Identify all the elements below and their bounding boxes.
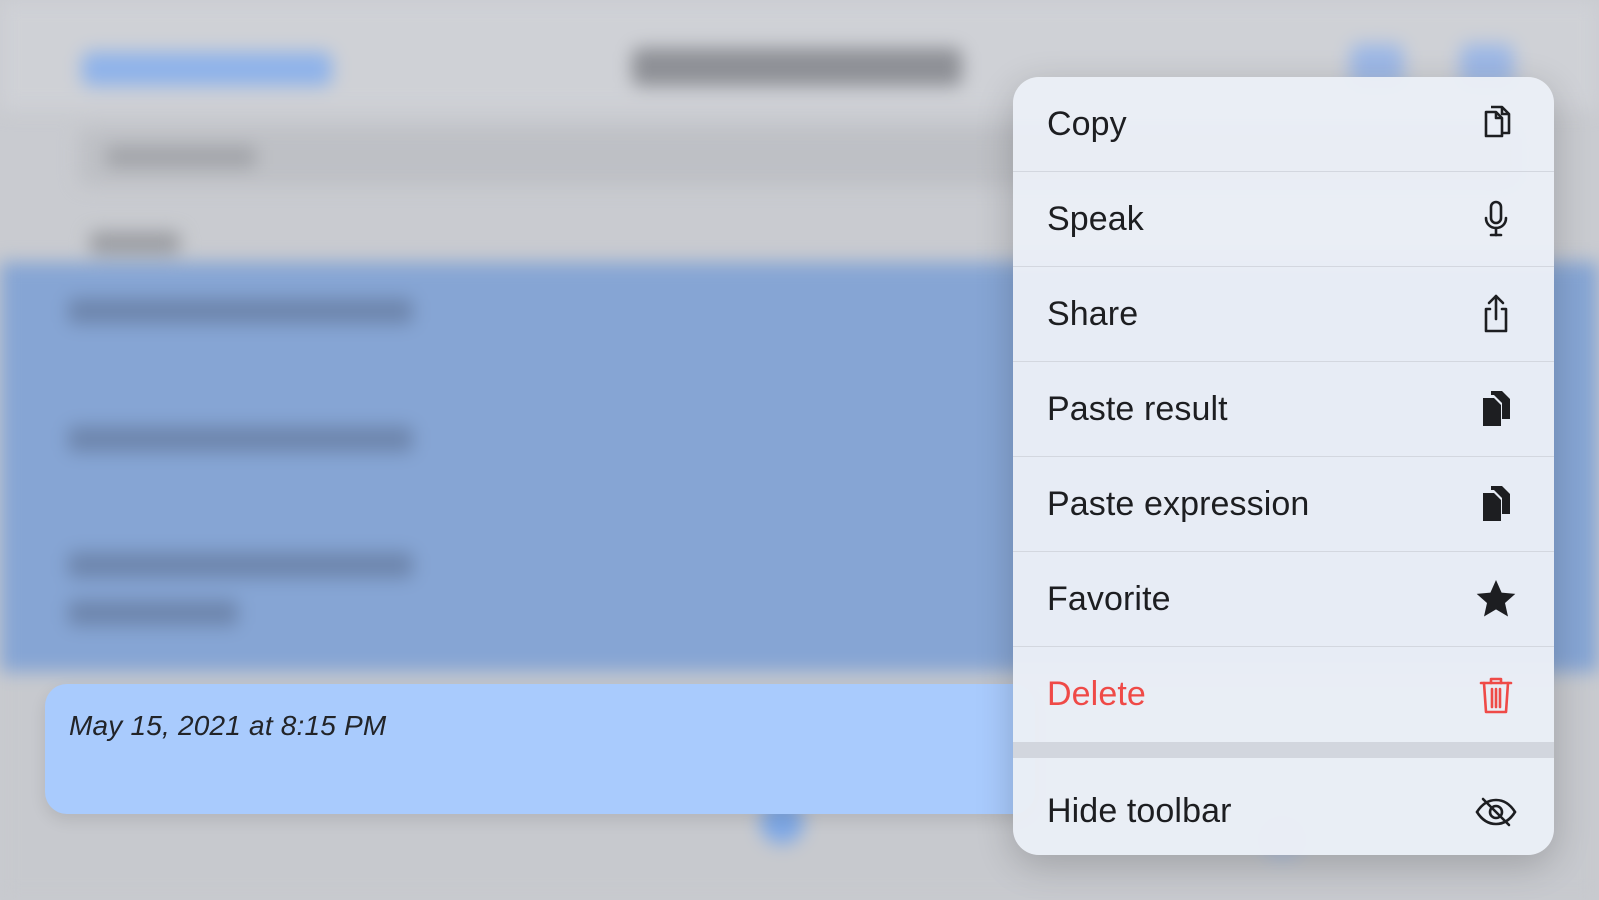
copy-icon [1474, 102, 1518, 146]
history-card[interactable]: May 15, 2021 at 8:15 PM [45, 684, 1035, 814]
menu-item-label: Paste expression [1047, 484, 1310, 523]
share-icon [1474, 292, 1518, 336]
eye-icon [1474, 790, 1518, 834]
menu-item-paste-expression[interactable]: Paste expression [1013, 457, 1554, 552]
history-line-blurred [68, 426, 413, 452]
menu-item-copy[interactable]: Copy [1013, 77, 1554, 172]
history-line-blurred [68, 298, 413, 324]
section-header-blurred [90, 232, 180, 254]
menu-separator [1013, 742, 1554, 758]
paste-icon [1474, 387, 1518, 431]
trash-icon [1474, 673, 1518, 717]
menu-item-label: Favorite [1047, 579, 1171, 618]
menu-item-share[interactable]: Share [1013, 267, 1554, 362]
context-menu: Copy Speak Share Paste result Paste expr… [1013, 77, 1554, 855]
menu-item-hide-toolbar[interactable]: Hide toolbar [1013, 758, 1554, 855]
paste-icon [1474, 482, 1518, 526]
menu-item-label: Delete [1047, 675, 1146, 713]
menu-item-speak[interactable]: Speak [1013, 172, 1554, 267]
nav-title-blurred [632, 48, 962, 86]
search-placeholder-blurred [106, 146, 256, 168]
star-icon [1474, 577, 1518, 621]
history-line-blurred [68, 552, 413, 578]
history-timestamp: May 15, 2021 at 8:15 PM [69, 710, 387, 741]
menu-item-paste-result[interactable]: Paste result [1013, 362, 1554, 457]
menu-item-label: Share [1047, 294, 1139, 333]
history-line-blurred [68, 600, 238, 626]
menu-item-delete[interactable]: Delete [1013, 647, 1554, 742]
menu-item-favorite[interactable]: Favorite [1013, 552, 1554, 647]
menu-item-label: Hide toolbar [1047, 792, 1232, 830]
menu-item-label: Copy [1047, 104, 1127, 143]
menu-item-label: Speak [1047, 199, 1144, 238]
microphone-icon [1474, 197, 1518, 241]
menu-item-label: Paste result [1047, 389, 1228, 428]
back-link-blurred [82, 52, 332, 86]
